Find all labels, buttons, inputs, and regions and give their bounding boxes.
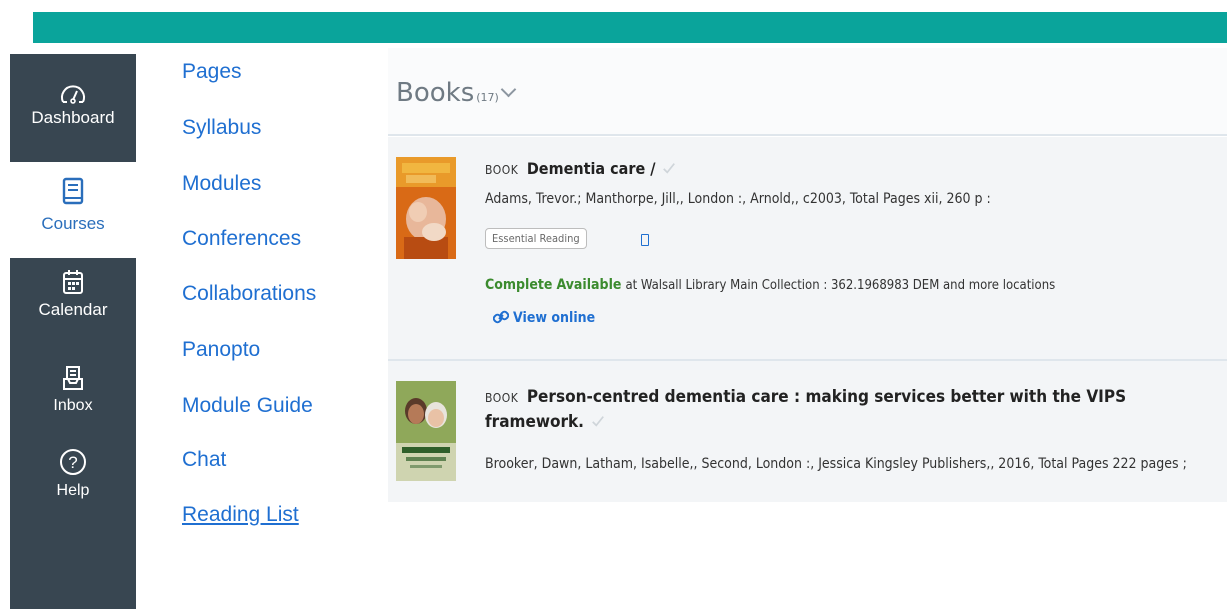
top-banner bbox=[33, 12, 1227, 43]
svg-text:?: ? bbox=[68, 453, 77, 472]
item-authors: Adams, Trevor.; Manthorpe, Jill,, London… bbox=[485, 191, 991, 207]
chevron-down-icon[interactable] bbox=[500, 81, 517, 98]
nav-courses-label: Courses bbox=[41, 214, 105, 233]
section-title[interactable]: Books (17) bbox=[396, 78, 517, 108]
list-item[interactable]: BOOK Person-centred dementia care : maki… bbox=[388, 361, 1227, 502]
link-icon bbox=[492, 310, 510, 324]
book-cover-image bbox=[396, 157, 456, 259]
nav-help-label: Help bbox=[56, 482, 90, 499]
view-online-label: View online bbox=[513, 310, 596, 326]
availability: Complete Available at Walsall Library Ma… bbox=[485, 277, 1055, 293]
item-title[interactable]: Dementia care / bbox=[527, 159, 656, 178]
item-title[interactable]: Person-centred dementia care : making se… bbox=[485, 387, 1126, 432]
nav-calendar[interactable]: Calendar bbox=[10, 268, 136, 320]
book-cover-image bbox=[396, 381, 456, 481]
course-nav-syllabus[interactable]: Syllabus bbox=[182, 115, 261, 141]
status-complete: Complete bbox=[485, 277, 553, 293]
item-authors: Brooker, Dawn, Latham, Isabelle,, Second… bbox=[485, 456, 1187, 472]
importance-tag: Essential Reading bbox=[485, 228, 587, 249]
course-nav-collaborations[interactable]: Collaborations bbox=[182, 281, 316, 307]
list-item[interactable]: BOOK Dementia care / Adams, Trevor.; Man… bbox=[388, 137, 1227, 361]
reading-list-section-header: Books (17) bbox=[388, 48, 1227, 136]
inbox-icon bbox=[63, 366, 83, 390]
course-nav-chat[interactable]: Chat bbox=[182, 447, 226, 473]
item-type-label: BOOK bbox=[485, 391, 519, 405]
item-type-label: BOOK bbox=[485, 163, 519, 177]
item-location: at Walsall Library Main Collection : 362… bbox=[625, 278, 1056, 293]
global-navigation: Dashboard Courses Calendar Inbox ? Help bbox=[10, 54, 136, 609]
course-nav-module-guide[interactable]: Module Guide bbox=[182, 393, 313, 419]
view-online-link[interactable]: View online bbox=[492, 310, 596, 326]
course-nav-conferences[interactable]: Conferences bbox=[182, 226, 301, 252]
section-title-text: Books bbox=[396, 78, 475, 108]
book-icon bbox=[62, 177, 84, 205]
course-nav-modules[interactable]: Modules bbox=[182, 171, 261, 197]
nav-inbox[interactable]: Inbox bbox=[10, 364, 136, 416]
course-nav-panopto[interactable]: Panopto bbox=[182, 337, 260, 363]
help-circle-icon: ? bbox=[60, 449, 86, 475]
course-nav-reading-list[interactable]: Reading List bbox=[182, 502, 299, 528]
nav-dashboard-label: Dashboard bbox=[31, 108, 115, 127]
calendar-icon bbox=[63, 270, 83, 294]
nav-courses[interactable]: Courses bbox=[10, 162, 136, 258]
status-available: Available bbox=[556, 277, 622, 293]
note-icon[interactable] bbox=[641, 234, 649, 246]
nav-calendar-label: Calendar bbox=[38, 300, 108, 319]
nav-dashboard[interactable]: Dashboard bbox=[10, 82, 136, 128]
checkmark-icon[interactable] bbox=[591, 414, 605, 428]
checkmark-icon[interactable] bbox=[662, 161, 676, 175]
course-nav-pages[interactable]: Pages bbox=[182, 59, 242, 85]
section-count: (17) bbox=[476, 91, 499, 104]
nav-help[interactable]: ? Help bbox=[10, 447, 136, 501]
nav-inbox-label: Inbox bbox=[53, 397, 93, 414]
dashboard-gauge-icon bbox=[61, 85, 85, 104]
